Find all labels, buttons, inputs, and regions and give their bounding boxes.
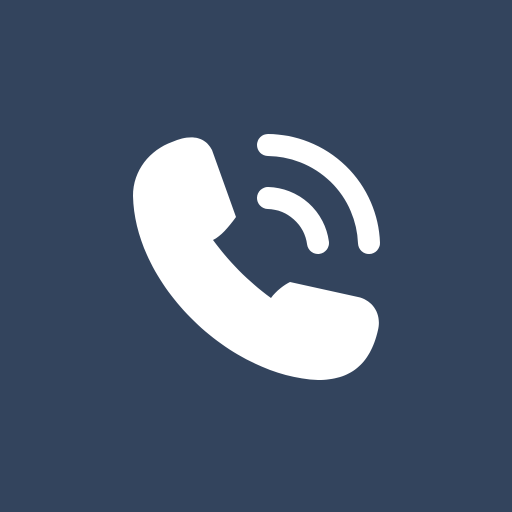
signal-wave-small	[257, 187, 329, 254]
phone-app-icon-tile[interactable]	[0, 0, 512, 512]
phone-call-icon	[0, 0, 512, 512]
